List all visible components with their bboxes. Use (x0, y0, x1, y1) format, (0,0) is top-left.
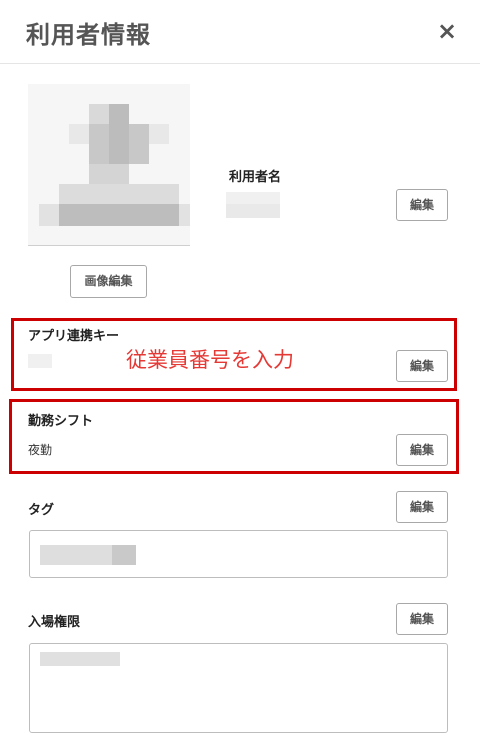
shift-value: 夜勤 (28, 443, 53, 457)
user-avatar (28, 84, 190, 246)
access-field (29, 643, 448, 733)
annotation-text: 従業員番号を入力 (126, 348, 294, 372)
dialog-header: 利用者情報 × (0, 0, 480, 64)
tag-value-blurred-2 (112, 545, 136, 565)
image-edit-button[interactable]: 画像編集 (70, 265, 147, 298)
user-name-label: 利用者名 (229, 170, 282, 185)
close-icon[interactable]: × (434, 18, 460, 44)
user-name-value-blurred (226, 192, 280, 204)
user-name-edit-button[interactable]: 編集 (396, 189, 448, 221)
user-name-value-blurred-2 (226, 204, 280, 218)
shift-label: 勤務シフト (28, 414, 94, 429)
shift-edit-button[interactable]: 編集 (396, 434, 448, 466)
tag-field (29, 530, 448, 578)
access-value-blurred (40, 652, 120, 666)
app-link-key-label: アプリ連携キー (28, 329, 120, 344)
tag-label: タグ (28, 503, 55, 518)
tag-edit-button[interactable]: 編集 (396, 491, 448, 523)
app-link-key-value-blurred (28, 354, 52, 368)
access-edit-button[interactable]: 編集 (396, 603, 448, 635)
page-title: 利用者情報 (26, 21, 151, 49)
app-link-key-edit-button[interactable]: 編集 (396, 350, 448, 382)
access-label: 入場権限 (28, 615, 81, 630)
